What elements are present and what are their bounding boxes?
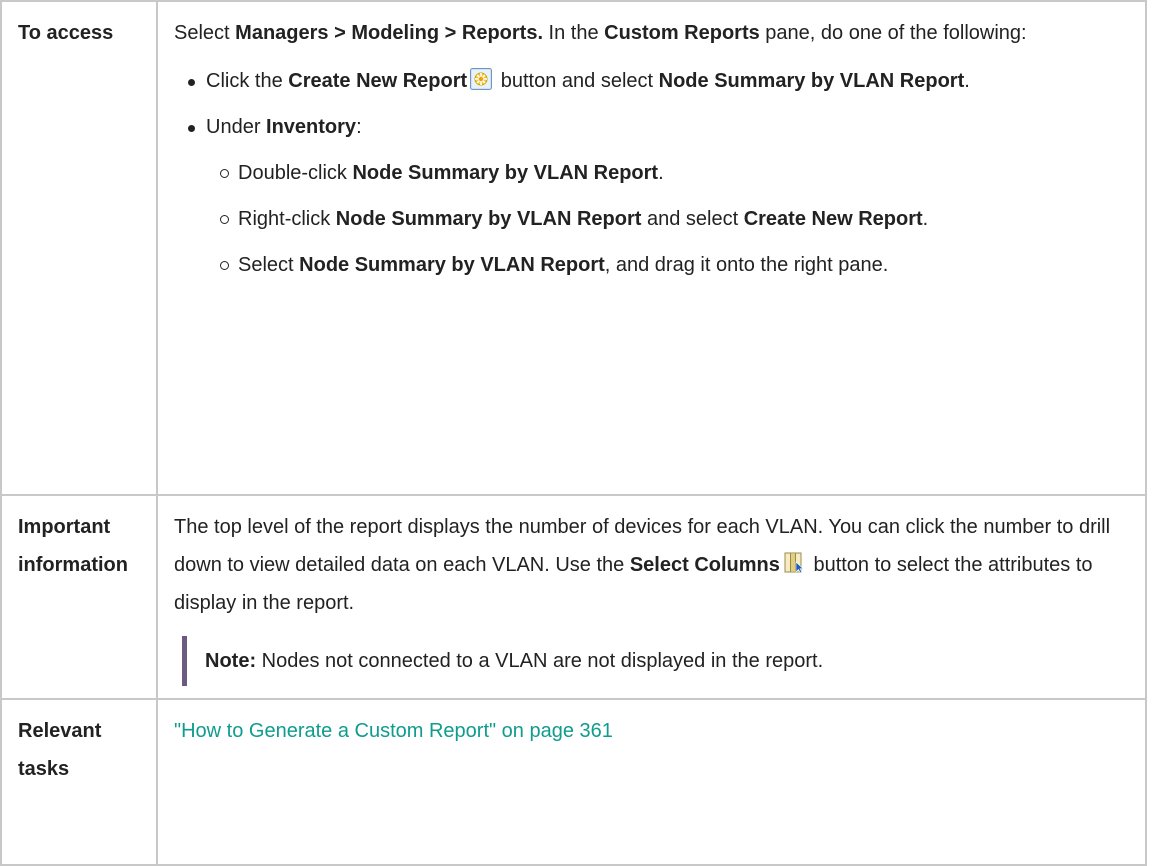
note-text: Nodes not connected to a VLAN are not di…: [256, 650, 824, 672]
row-body-important-information: The top level of the report displays the…: [156, 494, 1147, 700]
inventory-sub-list: Double-click Node Summary by VLAN Report…: [206, 154, 1125, 284]
access-intro: Select Managers > Modeling > Reports. In…: [174, 22, 1027, 44]
row-heading-to-access: To access: [0, 0, 158, 496]
info-paragraph: The top level of the report displays the…: [174, 516, 1111, 614]
list-item: Select Node Summary by VLAN Report, and …: [220, 246, 1125, 284]
note-label: Note:: [205, 650, 257, 672]
create-new-report-icon: [470, 65, 493, 90]
row-body-to-access: Select Managers > Modeling > Reports. In…: [156, 0, 1147, 496]
list-item: Under Inventory: Double-click Node Summa…: [188, 108, 1125, 284]
note-callout: Note: Nodes not connected to a VLAN are …: [182, 636, 1125, 686]
reference-table: To access Select Managers > Modeling > R…: [0, 0, 1147, 866]
list-item: Double-click Node Summary by VLAN Report…: [220, 154, 1125, 192]
row-heading-relevant-tasks: Relevant tasks: [0, 698, 158, 866]
row-body-relevant-tasks: "How to Generate a Custom Report" on pag…: [156, 698, 1147, 866]
row-relevant-tasks: Relevant tasks "How to Generate a Custom…: [0, 698, 1147, 866]
row-important-information: Important information The top level of t…: [0, 494, 1147, 700]
list-item: Right-click Node Summary by VLAN Report …: [220, 200, 1125, 238]
list-item: Click the Create New Report button and s…: [188, 62, 1125, 100]
row-to-access: To access Select Managers > Modeling > R…: [0, 0, 1147, 496]
custom-report-link[interactable]: "How to Generate a Custom Report" on pag…: [174, 720, 613, 742]
access-options-list: Click the Create New Report button and s…: [174, 62, 1125, 284]
row-heading-important-information: Important information: [0, 494, 158, 700]
select-columns-icon: [783, 549, 805, 574]
